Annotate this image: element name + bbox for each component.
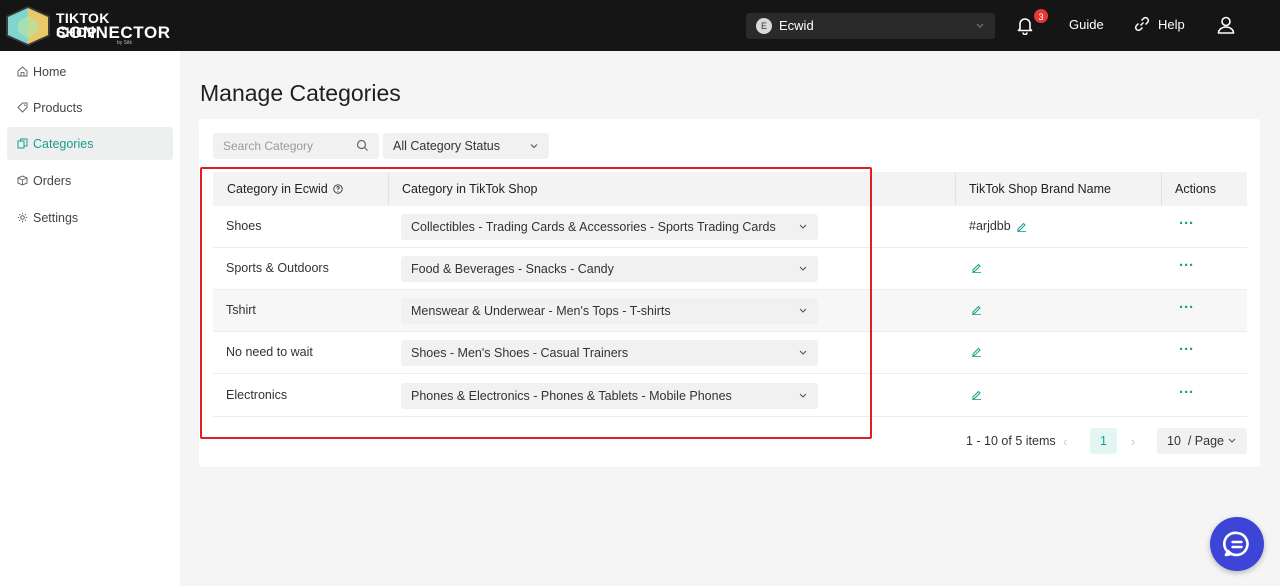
edit-icon[interactable] xyxy=(971,262,982,273)
store-avatar: E xyxy=(756,18,772,34)
column-header-actions: Actions xyxy=(1175,182,1216,196)
chevron-down-icon xyxy=(976,23,984,28)
brand-name-value: #arjdbb xyxy=(969,219,1011,233)
chevron-down-icon xyxy=(799,308,807,313)
ecwid-category: No need to wait xyxy=(226,345,313,359)
edit-icon[interactable] xyxy=(1016,221,1027,232)
column-header-brand: TikTok Shop Brand Name xyxy=(969,182,1111,196)
chevron-down-icon xyxy=(799,350,807,355)
page-title: Manage Categories xyxy=(200,80,401,106)
chevron-down-icon xyxy=(799,393,807,398)
search-input[interactable] xyxy=(213,133,379,159)
copy-icon xyxy=(17,138,28,149)
help-circle-icon[interactable] xyxy=(333,184,343,194)
next-page-button[interactable]: › xyxy=(1131,434,1135,449)
tiktok-category-value: Shoes - Men's Shoes - Casual Trainers xyxy=(411,346,629,360)
sidebar-item-products[interactable]: Products xyxy=(7,91,173,124)
sidebar-item-label: Orders xyxy=(33,173,72,188)
sidebar-item-settings[interactable]: Settings xyxy=(7,201,173,234)
tiktok-category-value: Collectibles - Trading Cards & Accessori… xyxy=(411,220,776,234)
column-divider xyxy=(388,172,389,206)
search-box[interactable] xyxy=(213,133,379,159)
sidebar-item-label: Home xyxy=(33,64,67,79)
ecwid-category: Electronics xyxy=(226,388,288,402)
tiktok-category-value: Food & Beverages - Snacks - Candy xyxy=(411,262,614,276)
sidebar-item-home[interactable]: Home xyxy=(7,55,173,88)
tiktok-category-select[interactable]: Menswear & Underwear - Men's Tops - T-sh… xyxy=(401,298,818,324)
home-icon xyxy=(17,66,28,77)
edit-icon[interactable] xyxy=(971,389,982,400)
page-button-current[interactable]: 1 xyxy=(1090,428,1117,454)
tiktok-category-select[interactable]: Phones & Electronics - Phones & Tablets … xyxy=(401,383,818,409)
more-actions-icon[interactable]: ··· xyxy=(1179,215,1194,232)
more-actions-icon[interactable]: ··· xyxy=(1179,257,1194,274)
chevron-down-icon xyxy=(799,224,807,229)
more-actions-icon[interactable]: ··· xyxy=(1179,299,1194,316)
logo-mark-icon xyxy=(6,6,50,46)
tiktok-category-select[interactable]: Food & Beverages - Snacks - Candy xyxy=(401,256,818,282)
ecwid-category: Sports & Outdoors xyxy=(226,261,329,275)
table-row: No need to wait Shoes - Men's Shoes - Ca… xyxy=(213,332,1247,374)
app-logo[interactable]: TIKTOK SHOP CONNECTOR by Sitk xyxy=(6,6,170,46)
category-status-select[interactable]: All Category Status xyxy=(383,133,549,159)
page-size-select[interactable]: 10 / Page xyxy=(1157,428,1247,454)
sidebar: Home Products Categories Orders Settings xyxy=(0,51,180,586)
tiktok-category-value: Menswear & Underwear - Men's Tops - T-sh… xyxy=(411,304,671,318)
page-size-value: 10 / Page xyxy=(1167,434,1224,448)
table-row: Tshirt Menswear & Underwear - Men's Tops… xyxy=(213,290,1247,332)
pagination-info: 1 - 10 of 5 items xyxy=(966,434,1056,448)
tiktok-category-value: Phones & Electronics - Phones & Tablets … xyxy=(411,389,732,403)
table-row: Sports & Outdoors Food & Beverages - Sna… xyxy=(213,248,1247,290)
guide-link[interactable]: Guide xyxy=(1069,17,1104,32)
link-icon xyxy=(1134,16,1150,32)
column-divider xyxy=(955,172,956,206)
store-selector[interactable]: E Ecwid xyxy=(746,13,995,39)
column-header-tiktok: Category in TikTok Shop xyxy=(402,182,538,196)
previous-page-button[interactable]: ‹ xyxy=(1063,434,1067,449)
sidebar-item-categories[interactable]: Categories xyxy=(7,127,173,160)
sidebar-item-label: Categories xyxy=(33,136,94,151)
column-divider xyxy=(1161,172,1162,206)
category-status-value: All Category Status xyxy=(393,139,500,153)
brand-name: #arjdbb xyxy=(969,219,1027,233)
column-header-ecwid: Category in Ecwid xyxy=(227,182,343,196)
chevron-down-icon xyxy=(530,144,538,149)
edit-icon[interactable] xyxy=(971,304,982,315)
ecwid-category: Tshirt xyxy=(226,303,256,317)
tag-icon xyxy=(17,102,28,113)
column-header-ecwid-label: Category in Ecwid xyxy=(227,182,328,196)
more-actions-icon[interactable]: ··· xyxy=(1179,341,1194,358)
store-name: Ecwid xyxy=(779,18,814,33)
help-link[interactable]: Help xyxy=(1134,16,1185,32)
bell-icon[interactable] xyxy=(1015,15,1035,35)
chevron-down-icon xyxy=(799,266,807,271)
logo-text-line2: CONNECTOR xyxy=(56,23,171,42)
top-bar: TIKTOK SHOP CONNECTOR by Sitk E Ecwid 3 … xyxy=(0,0,1280,51)
notification-badge: 3 xyxy=(1033,8,1049,24)
tiktok-category-select[interactable]: Collectibles - Trading Cards & Accessori… xyxy=(401,214,818,240)
sidebar-item-label: Settings xyxy=(33,210,79,225)
table-header: Category in Ecwid Category in TikTok Sho… xyxy=(213,172,1247,206)
box-icon xyxy=(17,175,28,186)
more-actions-icon[interactable]: ··· xyxy=(1179,384,1194,401)
table-row: Electronics Phones & Electronics - Phone… xyxy=(213,375,1247,417)
tiktok-category-select[interactable]: Shoes - Men's Shoes - Casual Trainers xyxy=(401,340,818,366)
edit-icon[interactable] xyxy=(971,346,982,357)
chevron-down-icon xyxy=(1228,438,1236,443)
sidebar-item-label: Products xyxy=(33,100,83,115)
chat-icon xyxy=(1223,531,1249,557)
gear-icon xyxy=(17,212,28,223)
logo-byline: by Sitk xyxy=(117,40,133,46)
user-icon[interactable] xyxy=(1216,15,1236,35)
search-icon[interactable] xyxy=(356,139,369,152)
table-row: Shoes Collectibles - Trading Cards & Acc… xyxy=(213,206,1247,248)
chat-button[interactable] xyxy=(1210,517,1264,571)
help-label: Help xyxy=(1158,16,1185,32)
sidebar-item-orders[interactable]: Orders xyxy=(7,164,173,197)
ecwid-category: Shoes xyxy=(226,219,262,233)
